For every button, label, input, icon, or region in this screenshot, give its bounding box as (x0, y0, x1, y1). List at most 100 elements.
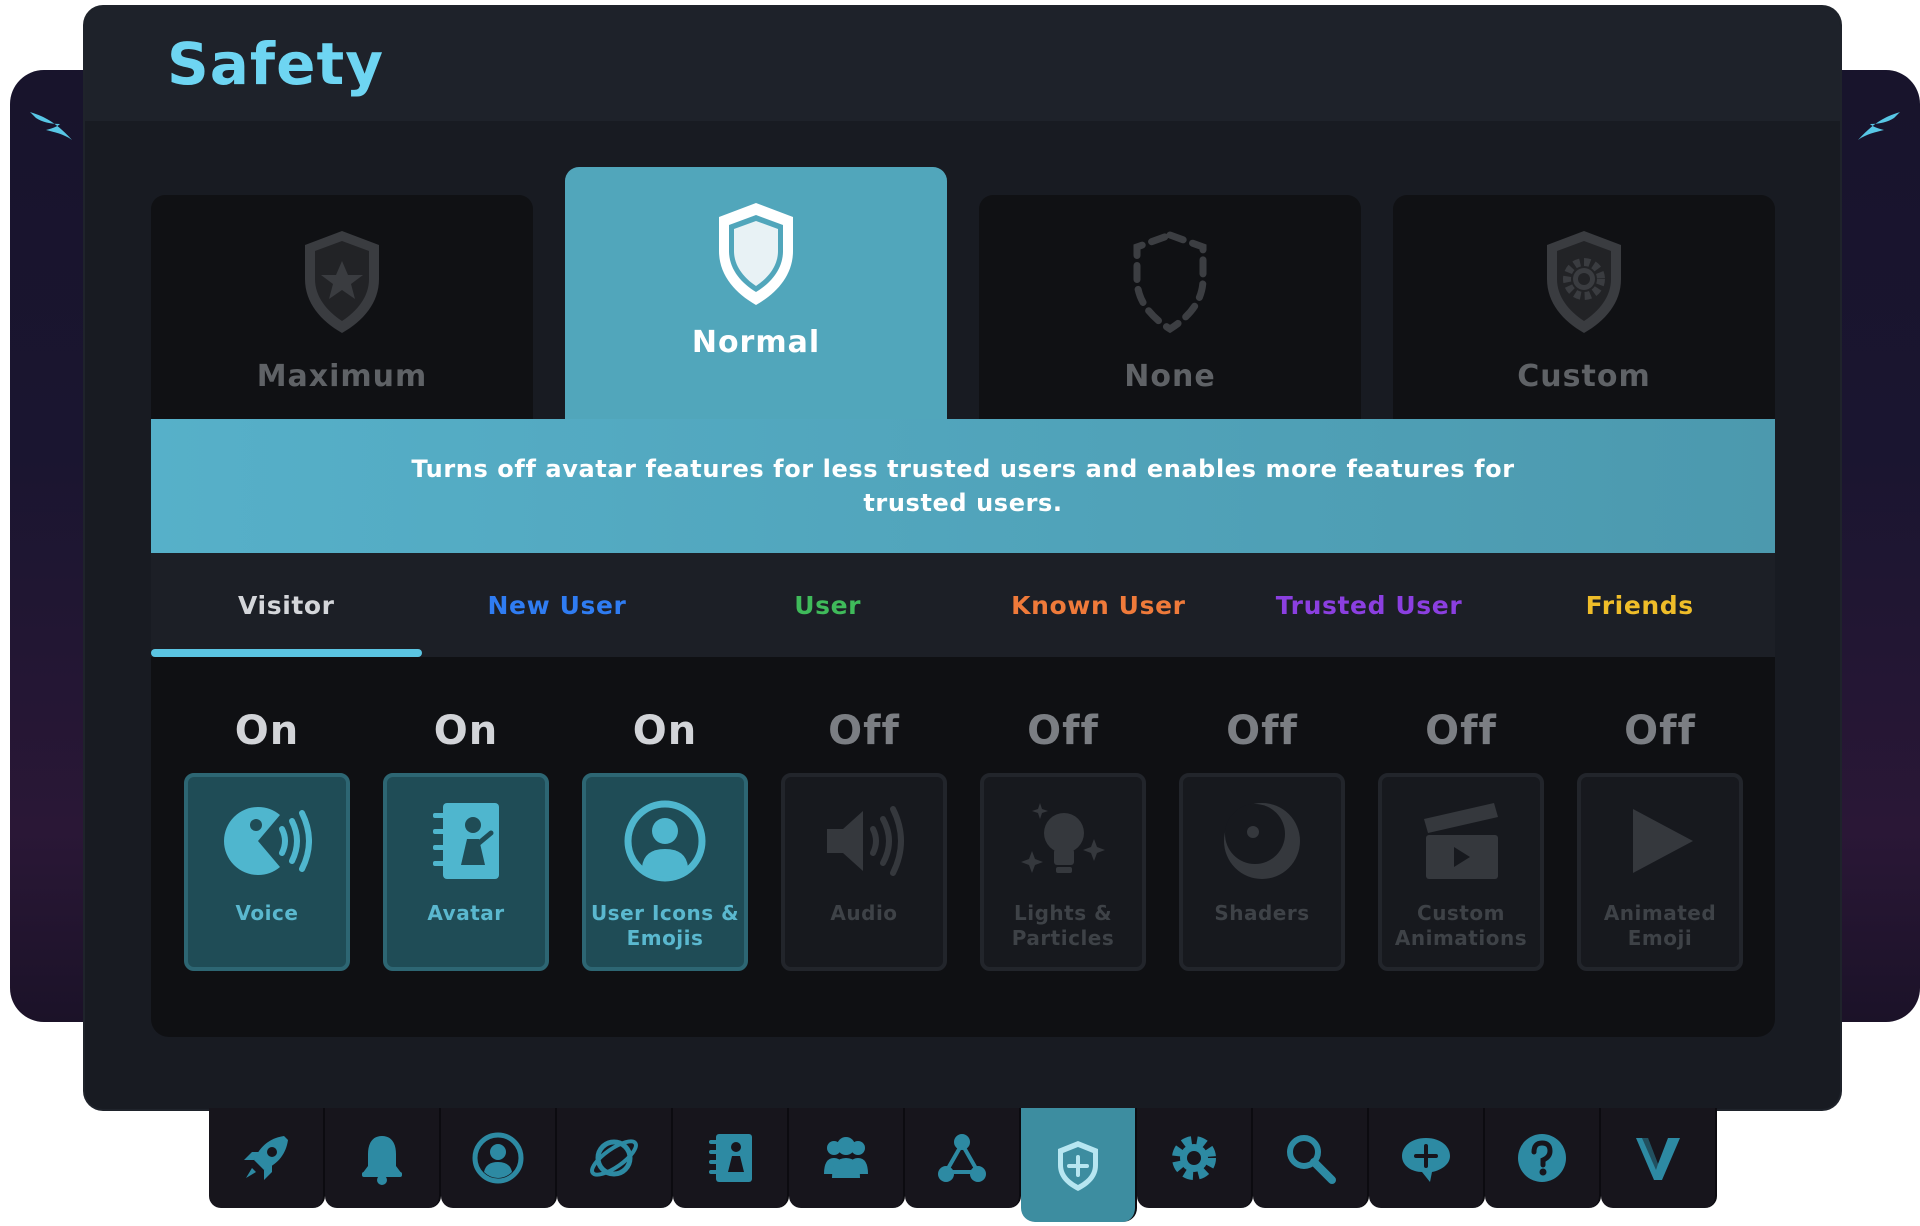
user-icons-emojis-toggle[interactable]: User Icons & Emojis (582, 773, 748, 971)
nav-groups[interactable] (905, 1108, 1021, 1208)
lights-particles-toggle[interactable]: Lights & Particles (980, 773, 1146, 971)
avatar-book-icon (433, 803, 499, 879)
trust-rank-tabs: Visitor New User User Known User Trusted… (151, 553, 1775, 657)
safety-window: Safety Maximum Normal None Custom Turns … (85, 7, 1840, 1109)
network-icon (938, 1134, 986, 1182)
moon-sphere-icon (1224, 803, 1300, 879)
help-icon (1518, 1134, 1566, 1182)
profile-icon (472, 1132, 524, 1184)
voice-icon (224, 806, 312, 876)
nav-avatars[interactable] (673, 1108, 789, 1208)
shield-icon (719, 203, 793, 305)
feature-label: Shaders (1214, 901, 1310, 925)
nav-safety[interactable] (1021, 1108, 1137, 1222)
feature-label: User Icons & Emojis (590, 901, 740, 950)
user-circle-icon (624, 800, 706, 882)
feature-state: Off (828, 708, 900, 754)
wing-icon (1858, 112, 1900, 140)
clapperboard-icon (1424, 803, 1498, 879)
nav-profile[interactable] (441, 1108, 557, 1208)
tab-known-user[interactable]: Known User (963, 553, 1234, 657)
title-bar: Safety (85, 7, 1840, 121)
feature-label: Lights & Particles (1011, 901, 1115, 950)
vrchat-logo-icon (1636, 1138, 1680, 1180)
tab-visitor[interactable]: Visitor (151, 553, 422, 657)
preset-description-banner: Turns off avatar features for less trust… (151, 419, 1775, 553)
preset-normal[interactable]: Normal (565, 167, 947, 419)
tab-label: Visitor (238, 590, 335, 620)
bell-icon (362, 1136, 402, 1185)
preset-custom[interactable]: Custom (1393, 195, 1775, 419)
search-icon (1287, 1135, 1336, 1184)
tab-new-user[interactable]: New User (422, 553, 693, 657)
tab-trusted-user[interactable]: Trusted User (1234, 553, 1505, 657)
tab-label: New User (487, 590, 627, 620)
feature-avatar: On Avatar (383, 703, 549, 971)
preset-label: Normal (691, 325, 821, 360)
chat-plus-icon (1402, 1138, 1450, 1182)
preset-label: None (1124, 359, 1216, 394)
nav-notifications[interactable] (325, 1108, 441, 1208)
audio-toggle[interactable]: Audio (781, 773, 947, 971)
gear-icon (1172, 1136, 1216, 1180)
preset-description: Turns off avatar features for less trust… (411, 455, 1515, 517)
nav-launchpad[interactable] (209, 1108, 325, 1208)
shield-gear-icon (1547, 231, 1621, 333)
feature-custom-animations: Off Custom Animations (1378, 703, 1544, 971)
safety-content: Maximum Normal None Custom Turns off ava… (151, 167, 1775, 1037)
nav-worlds[interactable] (557, 1108, 673, 1208)
bottom-nav-bar (209, 1108, 1717, 1222)
avatar-book-icon (709, 1134, 752, 1182)
active-tab-underline (151, 649, 422, 657)
feature-state: Off (1226, 708, 1298, 754)
feature-animated-emoji: Off Animated Emoji (1577, 703, 1743, 971)
tab-friends[interactable]: Friends (1504, 553, 1775, 657)
feature-state: Off (1425, 708, 1497, 754)
preset-none[interactable]: None (979, 195, 1361, 419)
feature-label: Audio (830, 901, 898, 925)
feature-toggles-panel: On Voice On Avatar On User Icons & Emoji… (151, 657, 1775, 1037)
preset-maximum[interactable]: Maximum (151, 195, 533, 419)
lightbulb-sparkle-icon (1021, 803, 1105, 873)
nav-settings[interactable] (1137, 1108, 1253, 1208)
feature-shaders: Off Shaders (1179, 703, 1345, 971)
shield-star-icon (305, 231, 379, 333)
nav-vrchat[interactable] (1601, 1108, 1717, 1208)
tab-label: User (794, 590, 862, 620)
page-title: Safety (167, 30, 385, 98)
feature-state: On (632, 708, 698, 754)
dashed-shield-icon (1133, 231, 1207, 334)
feature-audio: Off Audio (781, 703, 947, 971)
rocket-icon (244, 1136, 288, 1180)
tab-label: Friends (1585, 590, 1694, 620)
feature-label: Animated Emoji (1603, 901, 1717, 950)
play-icon (1633, 809, 1693, 873)
nav-help[interactable] (1485, 1108, 1601, 1208)
preset-selector: Maximum Normal None Custom (151, 167, 1775, 419)
feature-state: Off (1624, 708, 1696, 754)
custom-animations-toggle[interactable]: Custom Animations (1378, 773, 1544, 971)
tab-label: Known User (1011, 590, 1186, 620)
animated-emoji-toggle[interactable]: Animated Emoji (1577, 773, 1743, 971)
preset-label: Custom (1517, 359, 1651, 394)
tab-label: Trusted User (1275, 590, 1463, 620)
speaker-icon (827, 806, 904, 876)
avatar-toggle[interactable]: Avatar (383, 773, 549, 971)
shield-icon (1058, 1141, 1098, 1191)
feature-voice: On Voice (184, 703, 350, 971)
wing-icon (30, 112, 72, 140)
voice-toggle[interactable]: Voice (184, 773, 350, 971)
nav-search[interactable] (1253, 1108, 1369, 1208)
feature-lights-particles: Off Lights & Particles (980, 703, 1146, 971)
planet-icon (590, 1139, 638, 1177)
feature-state: On (433, 708, 499, 754)
tab-user[interactable]: User (692, 553, 963, 657)
feature-label: Custom Animations (1394, 901, 1528, 950)
feature-state: Off (1027, 708, 1099, 754)
feature-label: Voice (235, 901, 299, 925)
nav-feedback[interactable] (1369, 1108, 1485, 1208)
people-icon (824, 1137, 868, 1178)
shaders-toggle[interactable]: Shaders (1179, 773, 1345, 971)
nav-social[interactable] (789, 1108, 905, 1208)
feature-state: On (234, 708, 300, 754)
